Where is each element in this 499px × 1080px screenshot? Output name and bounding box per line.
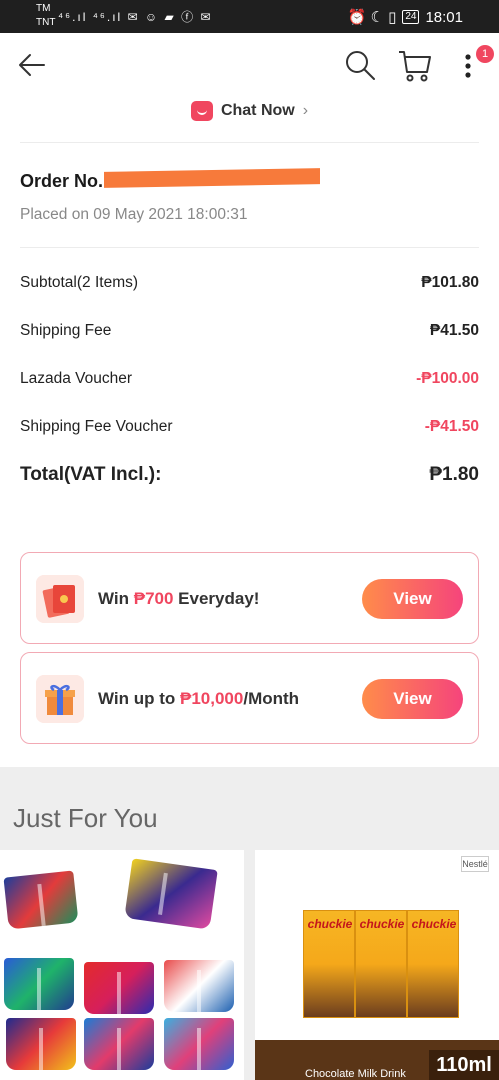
nestle-logo: Nestlé <box>461 856 489 872</box>
promo-amount: ₱10,000 <box>180 689 244 708</box>
just-for-you-title: Just For You <box>13 803 158 833</box>
placed-on-date: Placed on 09 May 2021 18:00:31 <box>20 206 248 223</box>
search-icon[interactable] <box>344 49 376 81</box>
product-caption: Chocolate Milk Drink <box>305 1068 406 1080</box>
status-bar: TM TNT ⁴⁶.ıl ⁴⁶.ıl ✉ ☺ ▰ ⓕ ✉ ⏰ ☾ ▯ 24 18… <box>0 0 499 33</box>
subtotal-label: Subtotal(2 Items) <box>20 274 139 291</box>
promo-text-monthly: Win up to ₱10,000/Month <box>98 689 299 709</box>
product-image <box>124 858 218 930</box>
product-image <box>6 1018 76 1070</box>
carrier-top: TM <box>36 3 51 14</box>
voucher-value: -₱100.00 <box>416 370 479 387</box>
top-app-bar <box>0 33 499 95</box>
clock: 18:01 <box>425 8 463 26</box>
back-arrow-icon[interactable] <box>16 49 48 81</box>
view-button-monthly[interactable]: View <box>362 679 463 719</box>
gift-box-icon <box>36 675 84 723</box>
product-card-chuckie[interactable]: Nestlé chuckie chuckie chuckie Chocolate… <box>255 850 499 1080</box>
divider <box>20 142 479 143</box>
alarm-icons: ⏰ ☾ ▯ <box>347 9 397 26</box>
product-image <box>4 958 74 1010</box>
product-box: chuckie <box>407 910 459 1018</box>
status-right: ⏰ ☾ ▯ 24 18:01 <box>347 8 463 27</box>
product-image <box>3 870 79 930</box>
chevron-right-icon: › <box>302 102 309 119</box>
cart-icon[interactable] <box>397 48 433 82</box>
product-volume: 110ml <box>429 1050 499 1080</box>
shipping-voucher-value: -₱41.50 <box>424 418 479 435</box>
product-image <box>164 1018 234 1070</box>
subtotal-row: Subtotal(2 Items) ₱101.80 <box>20 274 479 292</box>
shipping-voucher-row: Shipping Fee Voucher -₱41.50 <box>20 418 479 436</box>
more-options-icon[interactable] <box>458 51 478 83</box>
view-button-daily[interactable]: View <box>362 579 463 619</box>
promo-card-daily: Win ₱700 Everyday! View <box>20 552 479 644</box>
chat-now-label: Chat Now <box>220 102 295 119</box>
promo-suffix: /Month <box>243 689 300 708</box>
voucher-row: Lazada Voucher -₱100.00 <box>20 370 479 388</box>
total-value: ₱1.80 <box>429 464 479 485</box>
box-label: chuckie <box>411 917 457 931</box>
shipping-value: ₱41.50 <box>429 322 479 339</box>
total-label: Total(VAT Incl.): <box>20 464 162 485</box>
order-number-label: Order No. <box>20 171 104 191</box>
chat-icon <box>190 101 213 121</box>
chat-now-button[interactable]: Chat Now › <box>0 97 499 125</box>
carrier-bottom: TNT <box>36 17 56 28</box>
divider <box>20 247 479 248</box>
product-image <box>84 962 154 1014</box>
promo-prefix: Win up to <box>98 689 180 708</box>
voucher-label: Lazada Voucher <box>20 370 133 387</box>
shipping-label: Shipping Fee <box>20 322 112 339</box>
redaction-mark <box>104 168 320 188</box>
product-image <box>84 1018 154 1070</box>
promo-prefix: Win <box>98 589 134 608</box>
promo-amount: ₱700 <box>133 589 174 608</box>
shipping-voucher-label: Shipping Fee Voucher <box>20 418 173 435</box>
product-box: chuckie <box>355 910 407 1018</box>
total-row: Total(VAT Incl.): ₱1.80 <box>20 464 479 486</box>
box-label: chuckie <box>307 917 353 931</box>
box-label: chuckie <box>359 917 405 931</box>
promo-text-daily: Win ₱700 Everyday! <box>98 589 259 609</box>
shipping-row: Shipping Fee ₱41.50 <box>20 322 479 340</box>
cart-count-badge: 1 <box>476 45 494 63</box>
promo-suffix: Everyday! <box>173 589 260 608</box>
battery-icon: 24 <box>402 10 420 24</box>
subtotal-value: ₱101.80 <box>421 274 479 291</box>
product-image <box>164 960 234 1012</box>
product-card-shorts[interactable] <box>0 850 244 1080</box>
product-box: chuckie <box>303 910 355 1018</box>
notification-icons: ⁴⁶.ıl ⁴⁶.ıl ✉ ☺ ▰ ⓕ ✉ <box>58 10 213 24</box>
promo-card-monthly: Win up to ₱10,000/Month View <box>20 652 479 744</box>
red-envelope-icon <box>36 575 84 623</box>
